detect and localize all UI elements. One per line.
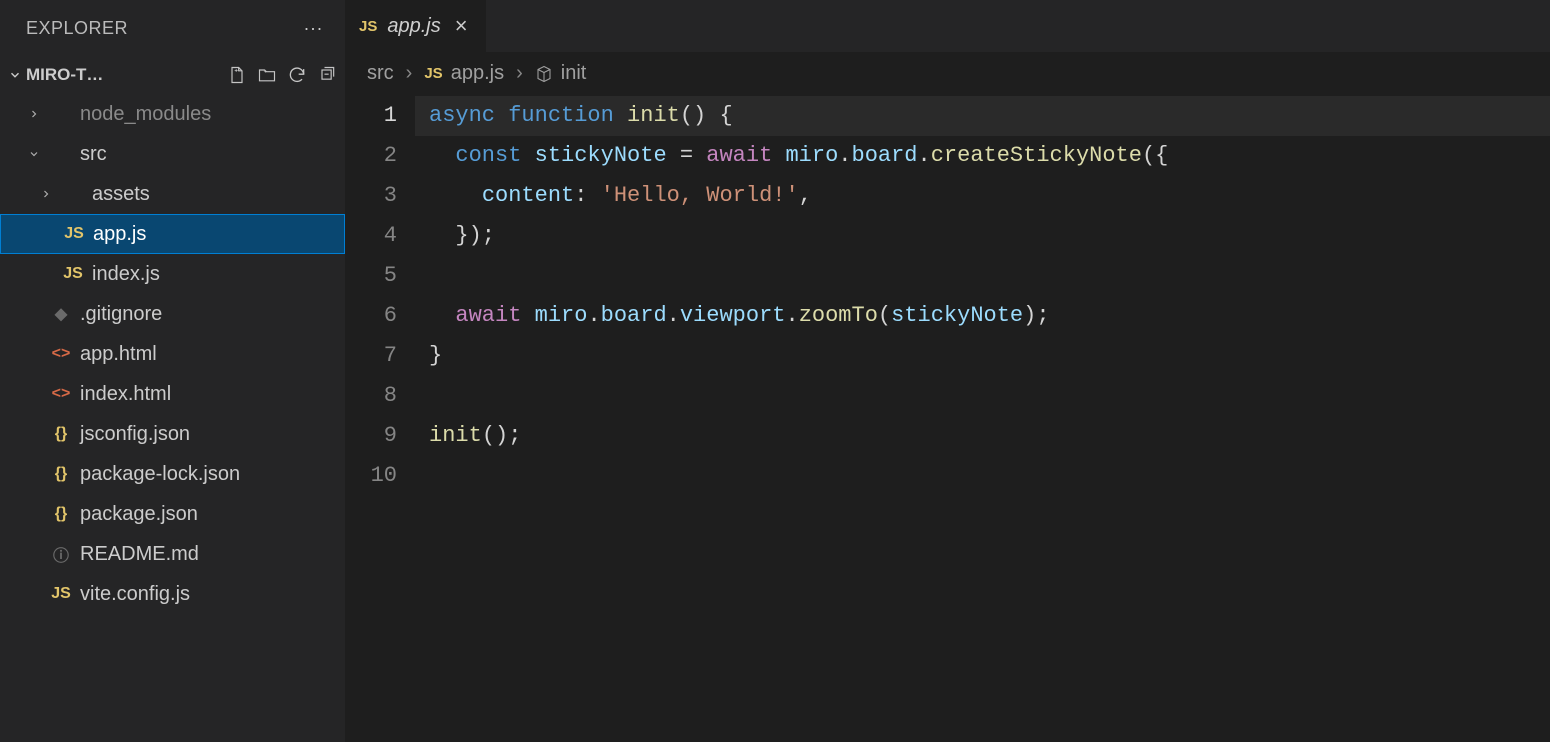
tree-file[interactable]: <> app.html [0, 334, 345, 374]
html-icon: <> [50, 345, 72, 363]
code-line[interactable]: } [415, 336, 1550, 376]
line-number: 8 [345, 376, 397, 416]
collapse-all-icon[interactable] [317, 65, 337, 85]
line-number: 6 [345, 296, 397, 336]
tree-item-label: package-lock.json [80, 463, 345, 486]
line-number: 9 [345, 416, 397, 456]
tree-file[interactable]: {} package-lock.json [0, 454, 345, 494]
js-icon: JS [62, 265, 84, 283]
tree-item-label: .gitignore [80, 303, 345, 326]
line-number: 5 [345, 256, 397, 296]
tree-item-label: package.json [80, 503, 345, 526]
code-editor[interactable]: 12345678910 async function init() { cons… [345, 96, 1550, 742]
tree-file[interactable]: {} jsconfig.json [0, 414, 345, 454]
js-icon: JS [63, 225, 85, 243]
tree-item-label: assets [92, 183, 345, 206]
workspace-folder-row[interactable]: MIRO-T… [0, 56, 345, 94]
tree-folder[interactable]: src [0, 134, 345, 174]
code-content[interactable]: async function init() { const stickyNote… [415, 96, 1550, 742]
json-icon: {} [50, 425, 72, 443]
tree-file[interactable]: ◆ .gitignore [0, 294, 345, 334]
js-icon: JS [424, 65, 442, 82]
code-line[interactable]: init(); [415, 416, 1550, 456]
code-line[interactable] [415, 456, 1550, 496]
js-icon: JS [50, 585, 72, 603]
tree-file[interactable]: JS index.js [0, 254, 345, 294]
line-number: 1 [345, 96, 397, 136]
tree-folder[interactable]: node_modules [0, 94, 345, 134]
line-number: 3 [345, 176, 397, 216]
breadcrumb-src[interactable]: src [367, 62, 394, 85]
js-icon: JS [359, 18, 377, 35]
code-line[interactable]: async function init() { [415, 96, 1550, 136]
code-line[interactable] [415, 256, 1550, 296]
code-line[interactable] [415, 376, 1550, 416]
line-number-gutter: 12345678910 [345, 96, 415, 742]
json-icon: {} [50, 465, 72, 483]
tree-file[interactable]: JS app.js [0, 214, 345, 254]
chevron-down-icon [28, 148, 42, 160]
tree-item-label: jsconfig.json [80, 423, 345, 446]
tree-item-label: index.js [92, 263, 345, 286]
code-line[interactable]: content: 'Hello, World!', [415, 176, 1550, 216]
new-file-icon[interactable] [227, 65, 247, 85]
tree-item-label: app.html [80, 343, 345, 366]
code-line[interactable]: }); [415, 216, 1550, 256]
tree-folder[interactable]: assets [0, 174, 345, 214]
refresh-icon[interactable] [287, 65, 307, 85]
chevron-right-icon: › [516, 62, 523, 85]
git-icon: ◆ [50, 304, 72, 324]
breadcrumbs[interactable]: src › JS app.js › init [345, 52, 1550, 96]
tree-item-label: vite.config.js [80, 583, 345, 606]
explorer-actions-menu[interactable]: ··· [296, 14, 331, 43]
editor-tabs: JS app.js × [345, 0, 1550, 52]
workspace-folder-name: MIRO-T… [26, 65, 103, 85]
line-number: 10 [345, 456, 397, 496]
html-icon: <> [50, 385, 72, 403]
new-folder-icon[interactable] [257, 65, 277, 85]
symbol-method-icon [535, 65, 553, 83]
line-number: 2 [345, 136, 397, 176]
tree-item-label: app.js [93, 223, 344, 246]
close-icon[interactable]: × [451, 13, 472, 39]
breadcrumb-file[interactable]: JS app.js [424, 62, 504, 85]
chevron-right-icon [40, 188, 54, 200]
line-number: 7 [345, 336, 397, 376]
breadcrumb-symbol[interactable]: init [535, 62, 587, 85]
json-icon: {} [50, 505, 72, 523]
editor-pane: JS app.js × src › JS app.js › init 12345… [345, 0, 1550, 742]
explorer-title: EXPLORER [26, 18, 128, 39]
tree-item-label: index.html [80, 383, 345, 406]
file-tree: node_modulessrc assets JS app.js JS index.js ◆… [0, 94, 345, 742]
tree-file[interactable]: ⓘ README.md [0, 534, 345, 574]
tab-label: app.js [387, 15, 440, 38]
chevron-right-icon [28, 108, 42, 120]
code-line[interactable]: await miro.board.viewport.zoomTo(stickyN… [415, 296, 1550, 336]
info-icon: ⓘ [50, 542, 72, 566]
tree-file[interactable]: JS vite.config.js [0, 574, 345, 614]
tree-file[interactable]: <> index.html [0, 374, 345, 414]
tree-item-label: src [80, 143, 345, 166]
tab-app-js[interactable]: JS app.js × [345, 0, 486, 52]
tree-file[interactable]: {} package.json [0, 494, 345, 534]
explorer-header: EXPLORER ··· [0, 0, 345, 56]
tree-item-label: node_modules [80, 103, 345, 126]
code-line[interactable]: const stickyNote = await miro.board.crea… [415, 136, 1550, 176]
explorer-sidebar: EXPLORER ··· MIRO-T… node_modulessrc asse… [0, 0, 345, 742]
chevron-down-icon [8, 68, 26, 82]
line-number: 4 [345, 216, 397, 256]
chevron-right-icon: › [406, 62, 413, 85]
tree-item-label: README.md [80, 543, 345, 566]
